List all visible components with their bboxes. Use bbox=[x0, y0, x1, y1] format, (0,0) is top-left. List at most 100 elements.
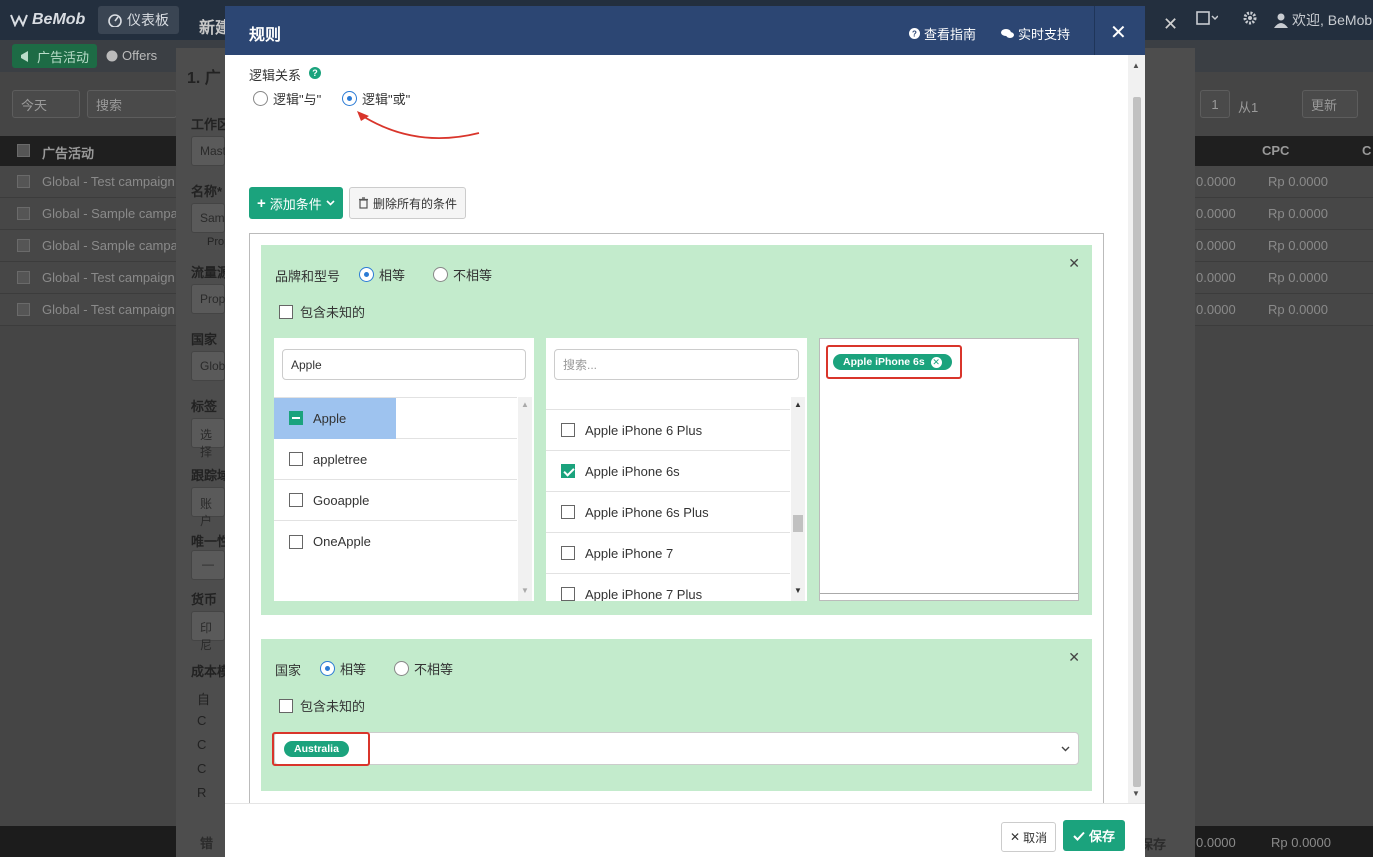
bg-field: 选择 bbox=[191, 418, 225, 459]
question-icon: ? bbox=[909, 28, 920, 39]
brand-gooapple-checkbox[interactable] bbox=[289, 493, 303, 507]
remove-device-rule-icon[interactable]: ✕ bbox=[1068, 255, 1080, 272]
model-checkbox[interactable] bbox=[561, 423, 575, 437]
modal-body: 逻辑关系 ? 逻辑"与" 逻辑"或" + 添加条件 删除所有的条件 ✕ 品牌和型… bbox=[225, 55, 1128, 803]
row-checkbox[interactable] bbox=[17, 175, 30, 188]
row-checkbox[interactable] bbox=[17, 207, 30, 220]
page-number[interactable]: 1 bbox=[1200, 90, 1230, 118]
row-cpc: Rp 0.0000 bbox=[1268, 302, 1328, 317]
row-checkbox[interactable] bbox=[17, 271, 30, 284]
modal-scroll-thumb[interactable] bbox=[1133, 97, 1141, 787]
brand-item-appletree[interactable]: appletree bbox=[274, 439, 517, 480]
model-item[interactable]: Apple iPhone 6 Plus bbox=[546, 410, 790, 451]
country-include-unknown[interactable]: 包含未知的 bbox=[279, 696, 365, 715]
model-item[interactable]: Apple iPhone 7 Plus bbox=[546, 574, 790, 601]
date-filter-label: 今天 bbox=[21, 97, 48, 113]
campaign-form-close-icon[interactable]: ✕ bbox=[1163, 14, 1178, 35]
brand-apple-checkbox[interactable] bbox=[289, 411, 303, 425]
help-icon[interactable]: ? bbox=[309, 67, 321, 79]
country-equal-radio[interactable]: 相等 bbox=[320, 659, 366, 678]
brand-oneapple-checkbox[interactable] bbox=[289, 534, 303, 549]
refresh-button[interactable]: 更新 bbox=[1302, 90, 1358, 118]
annotation-highlight bbox=[272, 732, 370, 766]
scroll-thumb[interactable] bbox=[793, 515, 803, 532]
model-checkbox[interactable] bbox=[561, 546, 575, 560]
logic-and-label: 逻辑"与" bbox=[273, 92, 322, 107]
gear-icon bbox=[1243, 11, 1257, 25]
device-include-unknown-checkbox[interactable] bbox=[279, 304, 293, 319]
country-select[interactable]: Australia bbox=[274, 732, 1079, 765]
bg-radio: 自 bbox=[197, 692, 211, 707]
country-not-equal-radio[interactable]: 不相等 bbox=[394, 659, 453, 678]
device-not-equal-label: 不相等 bbox=[453, 268, 493, 283]
row-value: 0.0000 bbox=[1196, 174, 1236, 189]
check-icon bbox=[1073, 831, 1085, 841]
brand-list-scrollbar[interactable]: ▲ ▼ bbox=[518, 397, 532, 601]
brand-panel: Apple appletree Gooapple OneApple bbox=[274, 338, 534, 601]
device-equal-radio[interactable]: 相等 bbox=[359, 265, 405, 284]
nav-dashboard[interactable]: 仪表板 bbox=[98, 6, 179, 34]
country-include-unknown-checkbox[interactable] bbox=[279, 698, 293, 713]
brand-appletree-checkbox[interactable] bbox=[289, 452, 303, 466]
brand-item-apple[interactable]: Apple bbox=[274, 398, 517, 439]
app-logo[interactable]: BeMob bbox=[10, 11, 85, 29]
delete-all-conditions-button[interactable]: 删除所有的条件 bbox=[349, 187, 467, 219]
bg-stepper: — bbox=[191, 550, 225, 580]
add-condition-button[interactable]: + 添加条件 bbox=[249, 187, 343, 219]
model-list-scrollbar[interactable]: ▲ ▼ bbox=[791, 397, 805, 601]
country-rule-block: ✕ 国家 相等 不相等 包含未知的 Australia bbox=[261, 639, 1092, 791]
scroll-down-icon: ▼ bbox=[794, 586, 802, 595]
tab-offers-label: Offers bbox=[122, 48, 158, 63]
search-filter[interactable]: 搜索 bbox=[87, 90, 177, 118]
modal-close-icon[interactable]: ✕ bbox=[1110, 20, 1127, 45]
brand-item-label: OneApple bbox=[313, 534, 371, 549]
row-checkbox[interactable] bbox=[17, 239, 30, 252]
row-name: Global - Test campaign bbox=[42, 270, 175, 285]
brand-item-oneapple[interactable]: OneApple bbox=[274, 521, 517, 562]
settings-button[interactable] bbox=[1242, 10, 1258, 26]
logic-and-radio[interactable]: 逻辑"与" bbox=[253, 89, 321, 108]
device-not-equal-radio[interactable]: 不相等 bbox=[433, 265, 492, 284]
brand-search-input[interactable] bbox=[282, 349, 526, 380]
guide-link[interactable]: ? 查看指南 bbox=[909, 24, 976, 43]
save-button[interactable]: 保存 bbox=[1063, 820, 1126, 851]
model-checkbox[interactable] bbox=[561, 587, 575, 601]
reports-menu[interactable] bbox=[1196, 10, 1218, 26]
model-item-label: Apple iPhone 7 Plus bbox=[585, 587, 703, 601]
model-checkbox-checked[interactable] bbox=[561, 464, 575, 478]
model-item[interactable]: Apple iPhone 6s bbox=[546, 451, 790, 492]
user-menu[interactable]: 欢迎, BeMob bbox=[1274, 10, 1372, 30]
search-filter-label: 搜索 bbox=[96, 97, 123, 113]
cancel-button[interactable]: ✕ 取消 bbox=[1001, 822, 1057, 852]
brand-item-label: Apple bbox=[313, 410, 347, 426]
model-item[interactable]: Apple iPhone 7 bbox=[546, 533, 790, 574]
row-checkbox[interactable] bbox=[17, 303, 30, 316]
model-checkbox[interactable] bbox=[561, 505, 575, 519]
col-cpc: CPC bbox=[1262, 143, 1290, 158]
select-all-checkbox[interactable] bbox=[17, 144, 30, 157]
tab-campaigns[interactable]: 广告活动 bbox=[12, 44, 98, 68]
support-link[interactable]: 实时支持 bbox=[1001, 24, 1070, 43]
logic-or-radio[interactable]: 逻辑"或" bbox=[342, 89, 410, 108]
modal-header: 规则 ? 查看指南 实时支持 ✕ bbox=[225, 6, 1145, 55]
support-link-label: 实时支持 bbox=[1018, 27, 1071, 42]
row-value: 0.0000 bbox=[1196, 302, 1236, 317]
bg-radio: C bbox=[197, 713, 207, 728]
chat-icon bbox=[1001, 29, 1014, 38]
selected-models-panel: Apple iPhone 6s ✕ bbox=[819, 338, 1079, 601]
device-include-unknown[interactable]: 包含未知的 bbox=[279, 302, 365, 321]
modal-title: 规则 bbox=[249, 27, 282, 44]
bg-radio: C bbox=[197, 737, 207, 752]
bg-field: 印尼 bbox=[191, 611, 225, 652]
date-filter[interactable]: 今天 bbox=[12, 90, 80, 118]
modal-scrollbar[interactable]: ▲ ▼ bbox=[1128, 55, 1145, 803]
model-search-input[interactable] bbox=[554, 349, 799, 380]
bg-field: Prop bbox=[191, 284, 225, 314]
remove-country-rule-icon[interactable]: ✕ bbox=[1068, 649, 1080, 666]
tab-offers[interactable]: Offers bbox=[106, 48, 157, 63]
model-item[interactable]: Apple iPhone 6s Plus bbox=[546, 492, 790, 533]
chevron-down-icon[interactable] bbox=[1061, 746, 1070, 752]
scroll-up-icon: ▲ bbox=[1132, 61, 1140, 70]
logic-and-radio-dot bbox=[253, 91, 268, 106]
brand-item-gooapple[interactable]: Gooapple bbox=[274, 480, 517, 521]
